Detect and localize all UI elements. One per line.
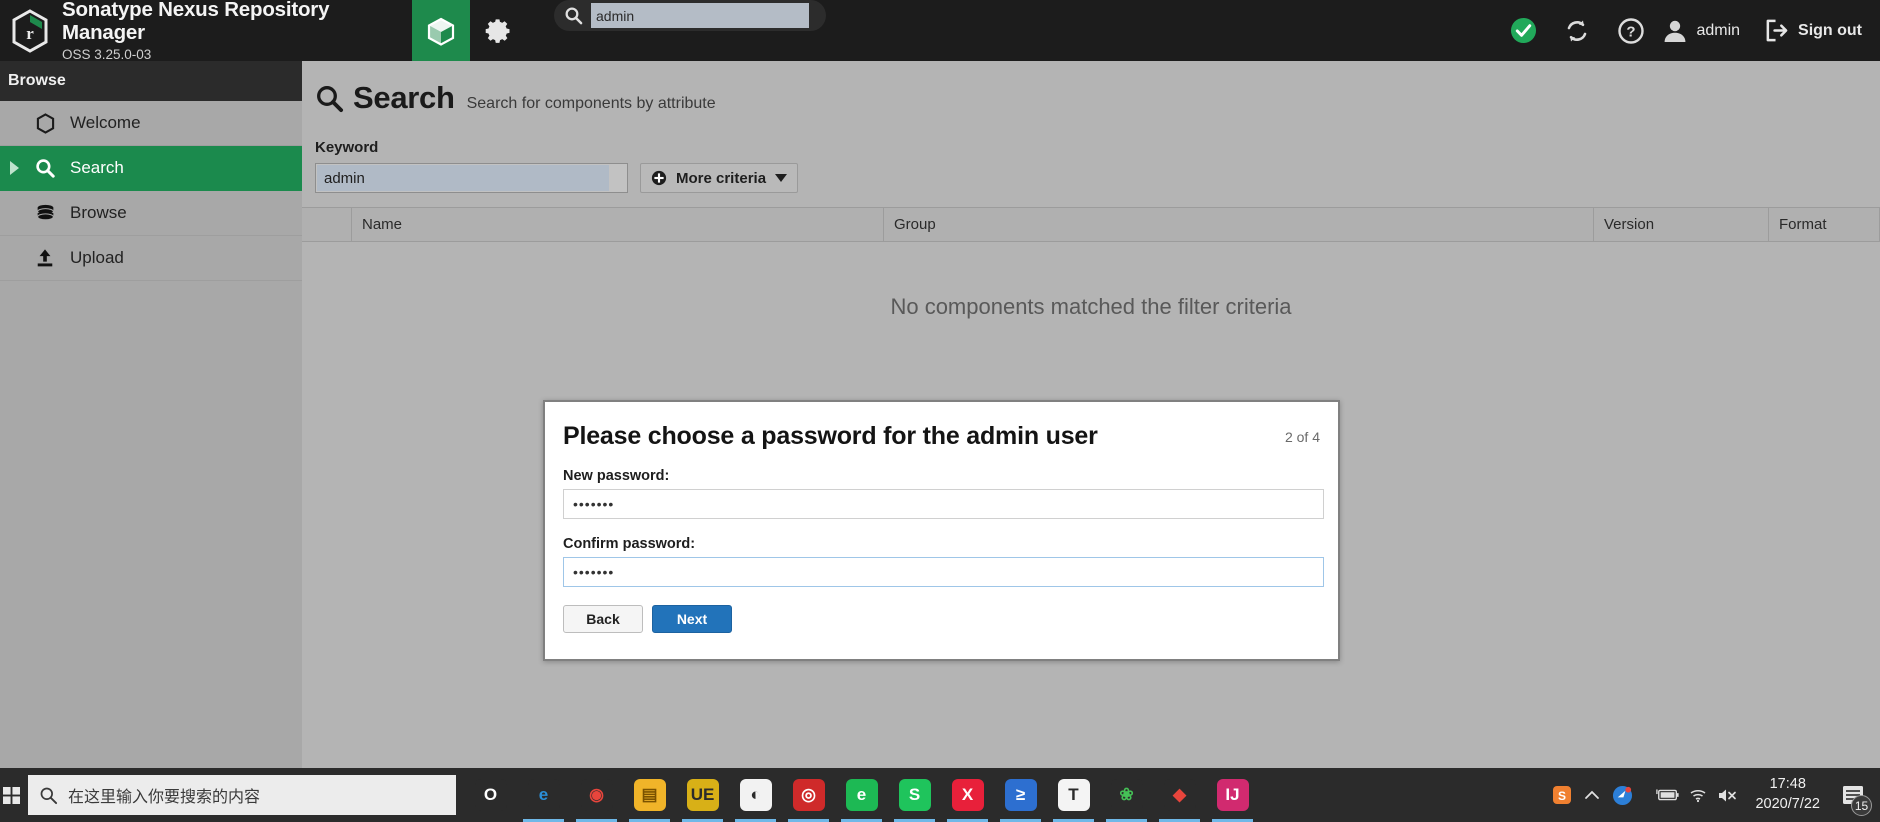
taskbar-app-1[interactable]: e: [517, 768, 570, 822]
sogou-input-icon[interactable]: S: [1547, 768, 1577, 822]
windows-taskbar: 在这里输入你要搜索的内容 Oe ◉ ▤ UE ◐ ◎ e S X ≥ T ❀ ◆ IJ S: [0, 768, 1880, 822]
refresh-button[interactable]: [1550, 0, 1604, 61]
new-password-label: New password:: [563, 468, 670, 484]
clock[interactable]: 17:48 2020/7/22: [1743, 775, 1832, 814]
brand-text: Sonatype Nexus Repository Manager OSS 3.…: [62, 0, 412, 63]
svg-text:?: ?: [1627, 23, 1636, 40]
powershell-icon: ≥: [1004, 779, 1037, 811]
search-icon: [40, 787, 58, 804]
onedrive-icon[interactable]: [1607, 768, 1637, 822]
dialog-step-indicator: 2 of 4: [1284, 429, 1320, 445]
taskbar-app-list: Oe ◉ ▤ UE ◐ ◎ e S X ≥ T ❀ ◆ IJ: [464, 768, 1259, 822]
taskbar-app-8[interactable]: S: [888, 768, 941, 822]
user-name-label: admin: [1696, 21, 1741, 39]
taskbar-app-14[interactable]: IJ: [1206, 768, 1259, 822]
action-center-badge: 15: [1851, 795, 1872, 816]
cube-icon: [427, 17, 455, 46]
dialog-title: Please choose a password for the admin u…: [563, 422, 1098, 450]
penguin-icon: ◐: [739, 779, 772, 811]
navicat-icon: ◎: [792, 779, 825, 811]
wifi-icon[interactable]: [1683, 768, 1713, 822]
password-setup-dialog: Please choose a password for the admin u…: [543, 400, 1340, 661]
edge-icon: e: [527, 779, 560, 811]
new-password-field[interactable]: [563, 489, 1324, 519]
system-tray: S 17:48 2020/7/22 15: [1547, 768, 1880, 822]
taskbar-app-11[interactable]: T: [1047, 768, 1100, 822]
typora-icon: T: [1057, 779, 1090, 811]
taskbar-app-7[interactable]: e: [835, 768, 888, 822]
global-search-input[interactable]: [591, 3, 809, 28]
taskbar-app-3[interactable]: ▤: [623, 768, 676, 822]
brand: r Sonatype Nexus Repository Manager OSS …: [0, 0, 412, 63]
dialog-body: New password: Confirm password: Back Nex…: [545, 468, 1338, 633]
snipaste-icon: S: [898, 779, 931, 811]
back-button[interactable]: Back: [563, 605, 643, 633]
battery-icon[interactable]: [1653, 768, 1683, 822]
taskbar-app-5[interactable]: ◐: [729, 768, 782, 822]
taskbar-app-2[interactable]: ◉: [570, 768, 623, 822]
taskbar-app-9[interactable]: X: [941, 768, 994, 822]
modal-overlay: Please choose a password for the admin u…: [0, 61, 1880, 768]
taskbar-app-10[interactable]: ≥: [994, 768, 1047, 822]
cortana-icon: O: [474, 779, 507, 811]
taskbar-app-13[interactable]: ◆: [1153, 768, 1206, 822]
taskbar-app-6[interactable]: ◎: [782, 768, 835, 822]
taskbar-app-12[interactable]: ❀: [1100, 768, 1153, 822]
taskbar-search-box[interactable]: 在这里输入你要搜索的内容: [28, 775, 456, 815]
xshell-icon: ◆: [1163, 779, 1196, 811]
dialog-actions: Back Next: [563, 605, 1320, 633]
app-header: r Sonatype Nexus Repository Manager OSS …: [0, 0, 1880, 63]
taskbar-app-0[interactable]: O: [464, 768, 517, 822]
wechat-icon: ❀: [1110, 779, 1143, 811]
confirm-password-label: Confirm password:: [563, 536, 696, 552]
help-button[interactable]: ?: [1604, 0, 1658, 61]
nexus-logo-icon: r: [12, 8, 48, 53]
sign-out-label: Sign out: [1798, 21, 1862, 39]
dialog-header: Please choose a password for the admin u…: [545, 402, 1338, 451]
search-icon: [565, 7, 583, 25]
clock-date: 2020/7/22: [1755, 796, 1820, 812]
svg-text:r: r: [26, 24, 34, 43]
brand-title: Sonatype Nexus Repository Manager: [62, 0, 330, 45]
windows-start-icon: [2, 786, 20, 804]
intellij-idea-icon: IJ: [1216, 779, 1249, 811]
help-circle-icon: ?: [1618, 17, 1645, 44]
refresh-icon: [1568, 20, 1587, 41]
evernote-icon: e: [845, 779, 878, 811]
nav-tab-browse[interactable]: [412, 0, 470, 61]
user-icon: [1665, 20, 1686, 42]
volume-muted-icon[interactable]: [1713, 768, 1743, 822]
start-button[interactable]: [0, 768, 22, 822]
taskbar-search-placeholder: 在这里输入你要搜索的内容: [68, 789, 261, 806]
file-explorer-icon: ▤: [633, 779, 666, 811]
next-button[interactable]: Next: [652, 605, 732, 633]
header-right-group: ? admin Sign out: [1496, 0, 1880, 61]
sign-out-button[interactable]: Sign out: [1754, 18, 1862, 43]
confirm-password-field[interactable]: [563, 557, 1324, 587]
chrome-icon: ◉: [580, 779, 613, 811]
global-search[interactable]: [554, 0, 826, 31]
xmind-icon: X: [951, 779, 984, 811]
show-hidden-icons-icon[interactable]: [1577, 768, 1607, 822]
sign-out-icon: [1766, 19, 1788, 42]
nav-tab-admin[interactable]: [470, 0, 528, 61]
check-circle-icon: [1510, 17, 1536, 44]
ue-editor-icon: UE: [686, 779, 719, 811]
user-menu[interactable]: admin: [1658, 18, 1754, 44]
svg-text:S: S: [1558, 789, 1566, 803]
gear-icon: [485, 18, 510, 43]
action-center-button[interactable]: 15: [1832, 768, 1874, 822]
taskbar-app-4[interactable]: UE: [676, 768, 729, 822]
status-indicator[interactable]: [1496, 0, 1550, 61]
desktop-root: r Sonatype Nexus Repository Manager OSS …: [0, 0, 1880, 822]
clock-time: 17:48: [1769, 776, 1806, 793]
